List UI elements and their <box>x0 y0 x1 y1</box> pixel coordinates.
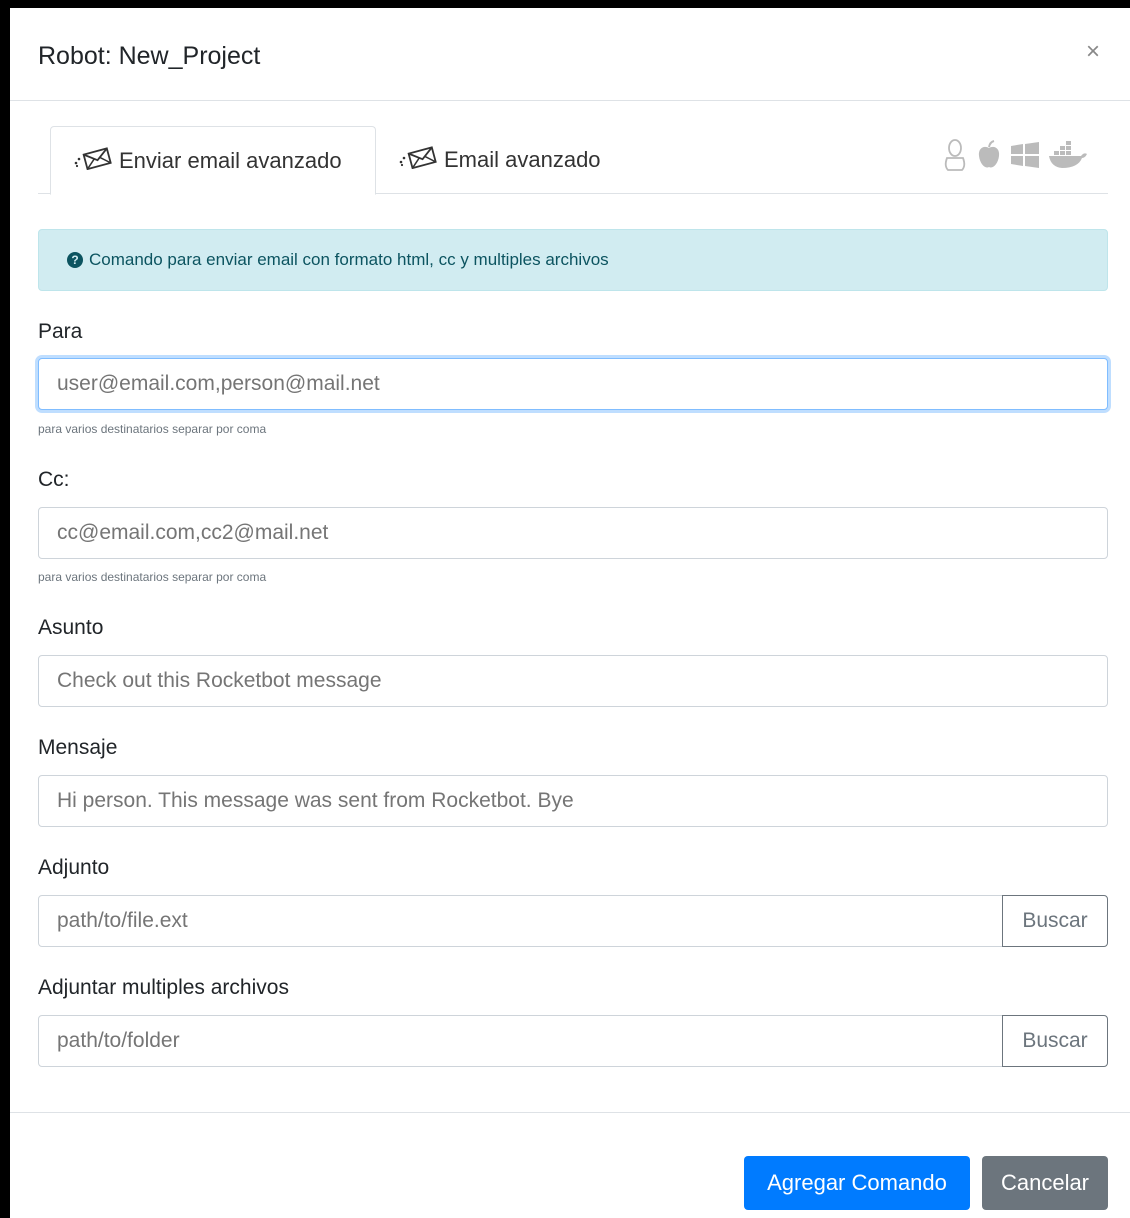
envelope-icon <box>398 145 440 175</box>
envelope-icon <box>73 146 115 176</box>
para-help: para varios destinatarios separar por co… <box>38 422 267 436</box>
close-button[interactable]: × <box>1086 40 1100 64</box>
multiples-buscar-button[interactable]: Buscar <box>1002 1015 1108 1067</box>
adjunto-input[interactable] <box>38 895 1003 947</box>
windows-icon <box>1010 142 1040 173</box>
agregar-comando-button[interactable]: Agregar Comando <box>744 1156 970 1210</box>
adjunto-buscar-button[interactable]: Buscar <box>1002 895 1108 947</box>
tab-email-avanzado[interactable]: Email avanzado <box>376 126 623 194</box>
para-label: Para <box>38 320 83 343</box>
asunto-input[interactable] <box>38 655 1108 707</box>
os-compatibility <box>942 138 1088 177</box>
para-input[interactable] <box>38 358 1108 410</box>
mensaje-input[interactable] <box>38 775 1108 827</box>
docker-icon <box>1048 140 1088 175</box>
cancelar-button[interactable]: Cancelar <box>982 1156 1108 1210</box>
multiples-input[interactable] <box>38 1015 1003 1067</box>
adjunto-label: Adjunto <box>38 856 110 879</box>
cc-label: Cc: <box>38 468 70 491</box>
modal-footer: Agregar Comando Cancelar <box>10 1112 1130 1218</box>
mensaje-label: Mensaje <box>38 736 118 759</box>
tab-bar: Enviar email avanzado Email avanzado <box>38 126 1108 195</box>
modal-dialog: Robot: New_Project × Enviar email avanza… <box>8 8 1130 1218</box>
cc-help: para varios destinatarios separar por co… <box>38 570 267 584</box>
cc-input[interactable] <box>38 507 1108 559</box>
linux-icon <box>942 138 968 177</box>
info-alert: ? Comando para enviar email con formato … <box>38 229 1108 291</box>
asunto-label: Asunto <box>38 616 104 639</box>
alert-text: Comando para enviar email con formato ht… <box>89 250 609 269</box>
modal-title: Robot: New_Project <box>38 42 261 70</box>
question-circle-icon: ? <box>67 252 83 268</box>
tab-label: Enviar email avanzado <box>119 147 342 173</box>
multiples-label: Adjuntar multiples archivos <box>38 976 289 999</box>
apple-icon <box>976 140 1002 175</box>
modal-header: Robot: New_Project × <box>10 8 1130 101</box>
tab-label: Email avanzado <box>444 147 601 172</box>
tab-enviar-email-avanzado[interactable]: Enviar email avanzado <box>50 126 376 195</box>
